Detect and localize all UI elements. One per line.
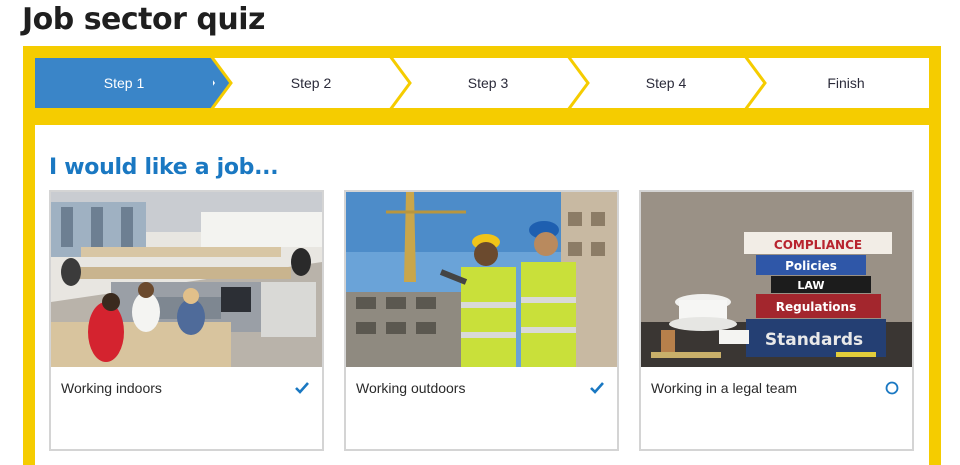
- office-photo: [51, 192, 322, 367]
- step-1-label: Step 1: [103, 75, 145, 91]
- step-2-label: Step 2: [290, 75, 332, 91]
- step-3-label: Step 3: [467, 75, 509, 91]
- construction-photo: [346, 192, 617, 367]
- book-title-standards: Standards: [765, 330, 863, 350]
- stepper: Step 1 Step 2 Step 3 Step 4 Finish: [35, 58, 929, 108]
- step-1[interactable]: Step 1: [35, 58, 213, 108]
- step-finish-label: Finish: [827, 75, 865, 91]
- checkmark-icon: [295, 382, 309, 394]
- book-title-policies: Policies: [785, 259, 837, 273]
- step-4-label: Step 4: [645, 75, 687, 91]
- book-title-regulations: Regulations: [776, 300, 857, 314]
- page-title: Job sector quiz: [22, 2, 265, 37]
- book-title-compliance: COMPLIANCE: [774, 238, 862, 252]
- step-4[interactable]: Step 4: [586, 58, 746, 108]
- option-card-outdoors[interactable]: Working outdoors: [344, 190, 619, 451]
- question-panel: I would like a job... Working indoors Wo…: [35, 125, 929, 465]
- book-title-law: LAW: [797, 279, 824, 292]
- checkmark-icon: [590, 382, 604, 394]
- quiz-frame: Step 1 Step 2 Step 3 Step 4 Finish I wou…: [23, 46, 941, 465]
- question-heading: I would like a job...: [49, 155, 279, 180]
- option-card-indoors[interactable]: Working indoors: [49, 190, 324, 451]
- radio-circle-icon: [885, 381, 899, 395]
- option-label-outdoors: Working outdoors: [356, 380, 466, 396]
- option-label-legal: Working in a legal team: [651, 380, 798, 396]
- legal-books-photo: COMPLIANCE Policies LAW Regulations Stan…: [641, 192, 912, 367]
- step-2[interactable]: Step 2: [231, 58, 391, 108]
- option-card-legal[interactable]: COMPLIANCE Policies LAW Regulations Stan…: [639, 190, 914, 451]
- option-label-indoors: Working indoors: [61, 380, 162, 396]
- step-finish[interactable]: Finish: [763, 58, 929, 108]
- step-3[interactable]: Step 3: [408, 58, 568, 108]
